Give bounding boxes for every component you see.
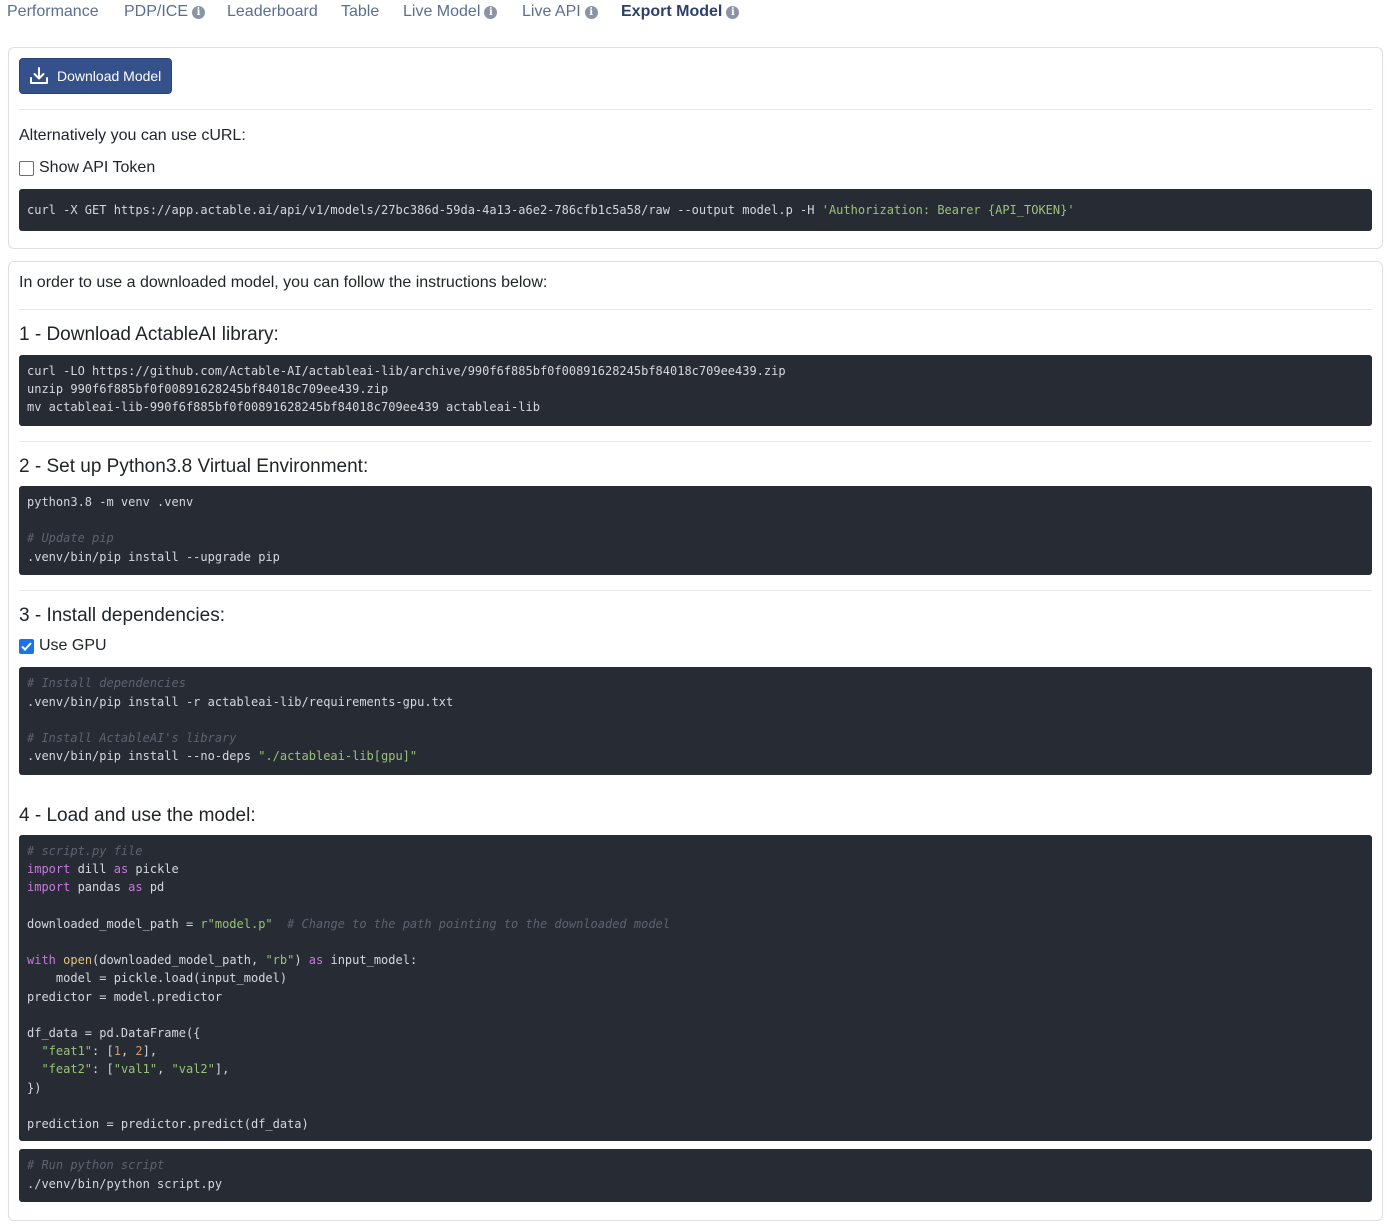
code-line: .venv/bin/pip install -r actableai-lib/r…: [27, 695, 454, 709]
info-icon[interactable]: i: [484, 5, 498, 19]
tab-bar: Performance PDP/ICE i Leaderboard Table L…: [0, 0, 1391, 30]
show-api-token-checkbox[interactable]: [19, 160, 34, 176]
code-line: "feat2": ["val1", "val2"],: [41, 1062, 230, 1076]
run-code-block[interactable]: # Run python script ./venv/bin/python sc…: [19, 1149, 1372, 1202]
info-icon[interactable]: i: [584, 5, 598, 19]
code-line: .venv/bin/pip install --no-deps "./actab…: [27, 749, 418, 763]
divider: [19, 309, 1372, 310]
code-line: import pandas as pd: [27, 880, 165, 894]
code-line: with open(downloaded_model_path, "rb") a…: [27, 953, 418, 967]
tab-table[interactable]: Table: [341, 3, 379, 21]
download-card: Download Model Alternatively you can use…: [8, 47, 1383, 249]
show-api-token-label: Show API Token: [39, 159, 156, 176]
tab-label: Live API: [522, 3, 581, 20]
step4-code-block[interactable]: # script.py file import dill as pickle i…: [19, 835, 1372, 1141]
code-comment: # Install dependencies: [27, 676, 186, 690]
info-icon[interactable]: i: [726, 5, 740, 19]
code-line: prediction = predictor.predict(df_data): [27, 1117, 309, 1131]
tab-label: Table: [341, 3, 380, 20]
code-comment: # Run python script: [27, 1158, 165, 1172]
code-line: }): [27, 1081, 42, 1095]
code-line: curl -X GET https://app.actable.ai/api/v…: [27, 203, 1075, 217]
divider: [19, 590, 1372, 591]
code-line: model = pickle.load(input_model): [27, 971, 288, 985]
download-icon: [30, 67, 48, 84]
tab-label: Performance: [7, 3, 99, 20]
curl-intro-text: Alternatively you can use cURL:: [19, 127, 246, 144]
code-comment: # Install ActableAI's library: [27, 731, 237, 745]
code-comment: # Update pip: [27, 531, 114, 545]
divider: [19, 441, 1372, 442]
tab-live-model[interactable]: Live Model i: [403, 3, 498, 21]
code-line: .venv/bin/pip install --upgrade pip: [27, 550, 280, 564]
code-comment: # script.py file: [27, 844, 143, 858]
show-api-token-toggle[interactable]: Show API Token: [19, 159, 155, 177]
tab-label: PDP/ICE: [124, 3, 189, 20]
tab-label: Live Model: [403, 3, 481, 20]
instructions-intro: In order to use a downloaded model, you …: [19, 274, 548, 291]
tab-export-model[interactable]: Export Model i: [621, 3, 740, 21]
code-line: ./venv/bin/python script.py: [27, 1177, 223, 1191]
use-gpu-checkbox[interactable]: [19, 638, 34, 654]
tab-label: Leaderboard: [227, 3, 318, 20]
step1-code-block[interactable]: curl -LO https://github.com/Actable-AI/a…: [19, 355, 1372, 426]
tab-pdp-ice[interactable]: PDP/ICE i: [124, 3, 206, 21]
code-line: import dill as pickle: [27, 862, 179, 876]
tab-live-api[interactable]: Live API i: [522, 3, 598, 21]
code-line: python3.8 -m venv .venv: [27, 495, 194, 509]
code-line: curl -LO https://github.com/Actable-AI/a…: [27, 364, 786, 378]
checkmark-icon: [21, 641, 32, 651]
code-line: predictor = model.predictor: [27, 990, 223, 1004]
step3-code-block[interactable]: # Install dependencies .venv/bin/pip ins…: [19, 667, 1372, 775]
download-model-button[interactable]: Download Model: [19, 58, 172, 94]
code-line: unzip 990f6f885bf0f00891628245bf84018c70…: [27, 382, 389, 396]
code-line: mv actableai-lib-990f6f885bf0f0089162824…: [27, 400, 540, 414]
step2-title: 2 - Set up Python3.8 Virtual Environment…: [19, 456, 369, 477]
code-line: df_data = pd.DataFrame({: [27, 1026, 201, 1040]
tab-label: Export Model: [621, 3, 723, 20]
step2-code-block[interactable]: python3.8 -m venv .venv # Update pip .ve…: [19, 486, 1372, 575]
divider: [19, 109, 1372, 110]
tab-leaderboard[interactable]: Leaderboard: [227, 3, 318, 21]
download-button-label: Download Model: [57, 68, 162, 84]
tab-performance[interactable]: Performance: [7, 3, 99, 21]
curl-code-block[interactable]: curl -X GET https://app.actable.ai/api/v…: [19, 189, 1372, 231]
instructions-card: In order to use a downloaded model, you …: [8, 261, 1383, 1221]
info-icon[interactable]: i: [192, 5, 206, 19]
step4-title: 4 - Load and use the model:: [19, 805, 256, 826]
use-gpu-toggle[interactable]: Use GPU: [19, 637, 107, 655]
step3-title: 3 - Install dependencies:: [19, 605, 225, 626]
code-line: "feat1": [1, 2],: [41, 1044, 158, 1058]
use-gpu-label: Use GPU: [39, 637, 107, 654]
step1-title: 1 - Download ActableAI library:: [19, 324, 279, 345]
code-line: downloaded_model_path = r"model.p" # Cha…: [27, 917, 670, 931]
